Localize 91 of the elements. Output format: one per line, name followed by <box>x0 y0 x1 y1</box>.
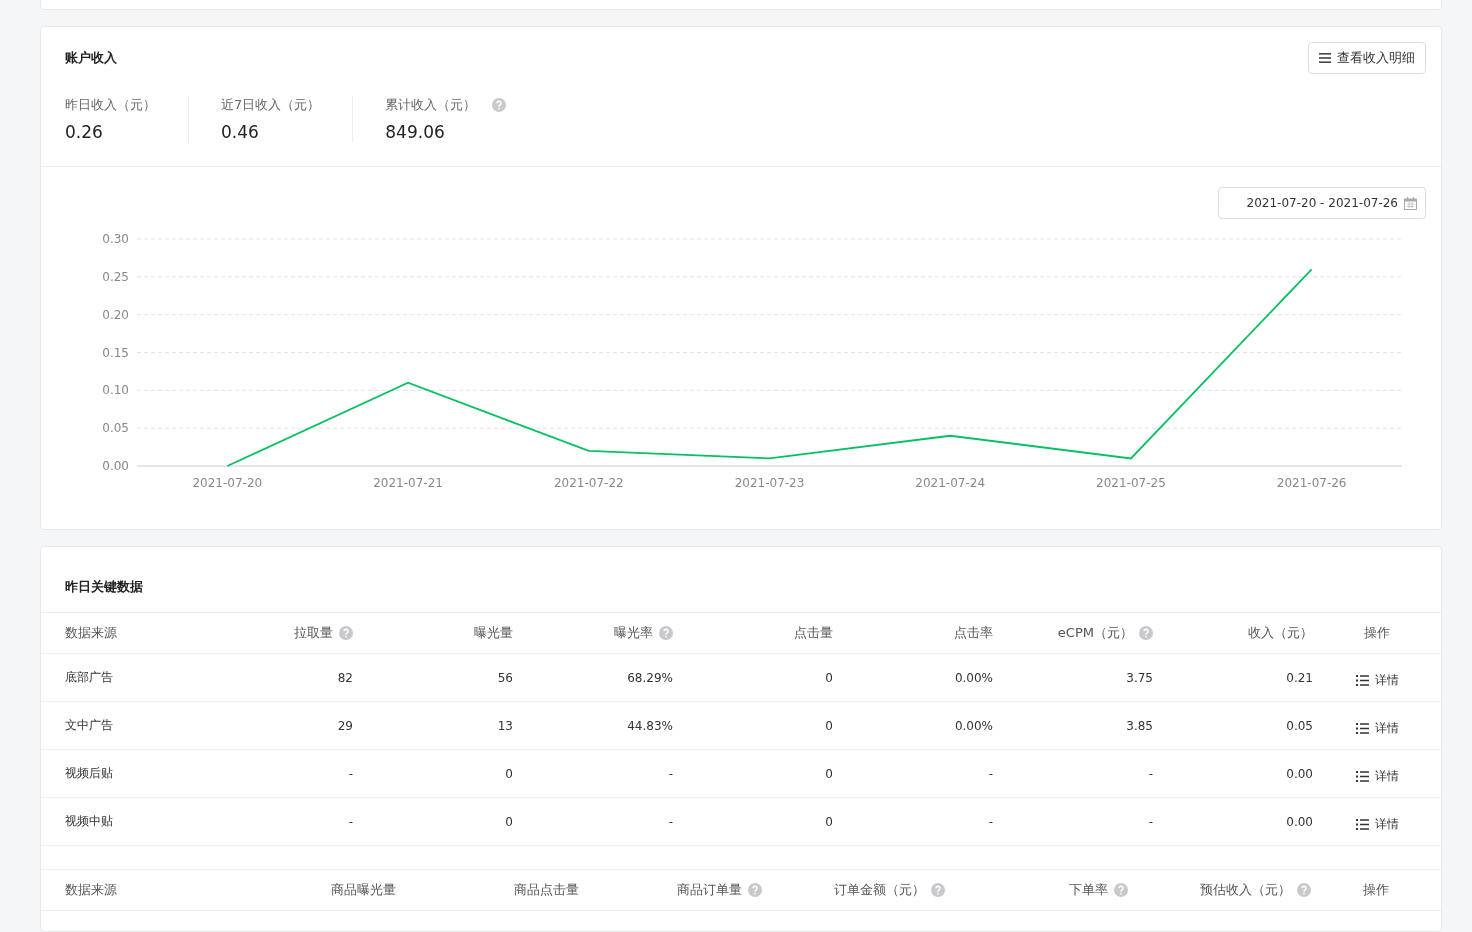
column-header: 商品订单量 <box>677 881 742 899</box>
column-header: 数据来源 <box>65 624 117 642</box>
x-tick-label: 2021-07-20 <box>192 476 263 490</box>
y-tick-label: 0.30 <box>102 232 129 246</box>
column-header: 操作 <box>1363 881 1389 899</box>
table-cell-text: - <box>667 766 673 781</box>
table-cell-text: 29 <box>336 718 353 733</box>
list-icon <box>1355 819 1369 830</box>
menu-icon <box>1319 53 1331 63</box>
help-icon[interactable] <box>1139 626 1153 640</box>
table-cell-text: 0.00% <box>953 670 993 685</box>
table-cell-text: 0 <box>824 814 833 829</box>
stat-value: 0.46 <box>221 122 260 142</box>
x-tick-label: 2021-07-22 <box>553 476 624 490</box>
table-cell-text: 0.21 <box>1285 670 1313 685</box>
table-cell-text: 56 <box>496 670 513 685</box>
stat-label: 累计收入（元） <box>385 96 477 114</box>
table-cell-text: 视频中贴 <box>65 813 114 830</box>
help-icon[interactable] <box>748 883 762 897</box>
detail-link[interactable]: 详情 <box>1313 762 1441 785</box>
column-header: 拉取量 <box>294 624 333 642</box>
y-tick-label: 0.05 <box>102 421 129 436</box>
column-header: 预估收入（元） <box>1200 881 1291 899</box>
help-icon[interactable] <box>1114 883 1128 897</box>
column-header: 点击率 <box>954 624 993 642</box>
table-cell-text: 视频后贴 <box>65 765 114 782</box>
table-cell-text: 3.75 <box>1125 670 1153 685</box>
list-icon <box>1355 771 1369 782</box>
stat-label: 昨日收入（元） <box>65 96 156 114</box>
table-cell-text: 0 <box>504 814 513 829</box>
table-cell-text: - <box>667 814 673 829</box>
table-cell-text: 底部广告 <box>65 669 114 686</box>
date-range-picker[interactable]: 2021-07-20 - 2021-07-26 <box>1217 187 1426 219</box>
column-header: 收入（元） <box>1248 624 1313 642</box>
stat-label: 近7日收入（元） <box>221 96 321 114</box>
table-cell-text: - <box>1147 766 1153 781</box>
column-header: 数据来源 <box>65 881 117 899</box>
help-icon[interactable] <box>659 626 673 640</box>
table-cell-text: - <box>987 814 993 829</box>
x-tick-label: 2021-07-25 <box>1096 476 1166 490</box>
column-header: 操作 <box>1364 624 1390 642</box>
table-cell-text: 0.05 <box>1285 718 1313 733</box>
x-tick-label: 2021-07-26 <box>1276 476 1347 490</box>
table-cell-text: - <box>1147 814 1153 829</box>
detail-link[interactable]: 详情 <box>1313 810 1441 833</box>
list-icon <box>1355 723 1369 734</box>
table-cell-text: 0.00% <box>953 718 993 733</box>
column-header: 下单率 <box>1069 881 1108 899</box>
calendar-icon <box>1404 196 1417 210</box>
table-cell-text: 0 <box>824 670 833 685</box>
y-tick-label: 0.20 <box>102 307 129 322</box>
list-icon <box>1355 675 1369 686</box>
table-cell-text: 0 <box>504 766 513 781</box>
column-header: 曝光量 <box>474 624 513 642</box>
column-header: 订单金额（元） <box>834 881 925 899</box>
table-cell-text: - <box>347 766 353 781</box>
table-cell-text: - <box>987 766 993 781</box>
help-icon[interactable] <box>339 626 353 640</box>
table-cell-text: 0 <box>824 718 833 733</box>
table-cell-text: 0 <box>824 766 833 781</box>
card-title: 账户收入 <box>65 49 117 67</box>
help-icon[interactable] <box>1297 883 1311 897</box>
table-cell-text: 0.00 <box>1285 766 1313 781</box>
table-cell-text: 3.85 <box>1125 718 1153 733</box>
table-cell-text: 13 <box>496 718 513 733</box>
column-header: 商品曝光量 <box>331 881 396 899</box>
stat-value: 849.06 <box>385 122 446 142</box>
table-cell-text: 0.00 <box>1285 814 1313 829</box>
y-tick-label: 0.25 <box>102 269 129 284</box>
table-cell-text: 82 <box>336 670 353 685</box>
column-header: 曝光率 <box>614 624 653 642</box>
y-tick-label: 0.15 <box>102 345 129 360</box>
detail-link[interactable]: 详情 <box>1313 714 1441 737</box>
table-cell-text: 文中广告 <box>65 717 114 734</box>
stat-value: 0.26 <box>65 122 104 142</box>
help-icon[interactable] <box>931 883 945 897</box>
detail-link[interactable]: 详情 <box>1313 666 1441 689</box>
help-icon[interactable] <box>492 98 507 112</box>
x-tick-label: 2021-07-24 <box>915 476 986 490</box>
y-tick-label: 0.00 <box>102 459 129 473</box>
x-tick-label: 2021-07-21 <box>373 476 443 490</box>
card-title: 昨日关键数据 <box>65 578 143 596</box>
table-cell-text: - <box>347 814 353 829</box>
x-tick-label: 2021-07-23 <box>734 476 805 490</box>
table-cell-text: 44.83% <box>626 718 673 733</box>
column-header: eCPM（元） <box>1057 624 1133 642</box>
y-tick-label: 0.10 <box>102 383 129 398</box>
column-header: 点击量 <box>794 624 833 642</box>
income-detail-button[interactable]: 查看收入明细 <box>1308 42 1426 74</box>
column-header: 商品点击量 <box>514 881 579 899</box>
table-cell-text: 68.29% <box>626 670 673 685</box>
